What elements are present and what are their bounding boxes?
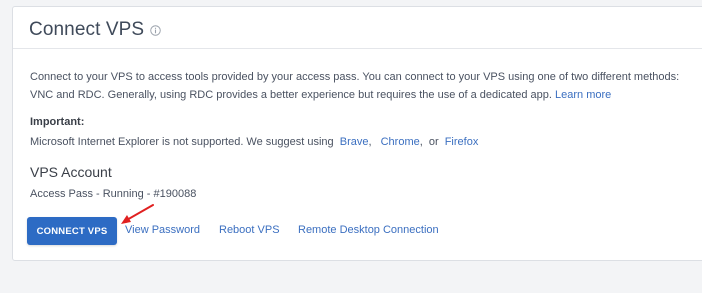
annotation-arrow-icon bbox=[121, 204, 154, 224]
or-text: or bbox=[428, 136, 439, 148]
panel-header: Connect VPS bbox=[13, 7, 702, 49]
connect-vps-button[interactable]: CONNECT VPS bbox=[27, 217, 117, 245]
firefox-link[interactable]: Firefox bbox=[445, 136, 479, 148]
browser-note-text: Microsoft Internet Explorer is not suppo… bbox=[30, 136, 334, 148]
separator: , bbox=[368, 136, 372, 148]
access-pass-status: Access Pass - Running - #190088 bbox=[30, 188, 197, 200]
browser-note: Microsoft Internet Explorer is not suppo… bbox=[30, 136, 478, 148]
separator: , bbox=[419, 136, 423, 148]
intro-paragraph: Connect to your VPS to access tools prov… bbox=[30, 68, 700, 104]
brave-link[interactable]: Brave bbox=[340, 136, 369, 148]
vps-account-heading: VPS Account bbox=[30, 164, 112, 180]
connect-vps-panel: Connect VPS Connect to your VPS to acces… bbox=[12, 6, 702, 261]
learn-more-link[interactable]: Learn more bbox=[555, 89, 611, 101]
important-label: Important: bbox=[30, 116, 85, 128]
chrome-link[interactable]: Chrome bbox=[381, 136, 420, 148]
remote-desktop-connection-link[interactable]: Remote Desktop Connection bbox=[298, 224, 439, 236]
info-circle-icon[interactable] bbox=[150, 25, 161, 36]
reboot-vps-link[interactable]: Reboot VPS bbox=[219, 224, 280, 236]
page-title: Connect VPS bbox=[29, 19, 145, 40]
